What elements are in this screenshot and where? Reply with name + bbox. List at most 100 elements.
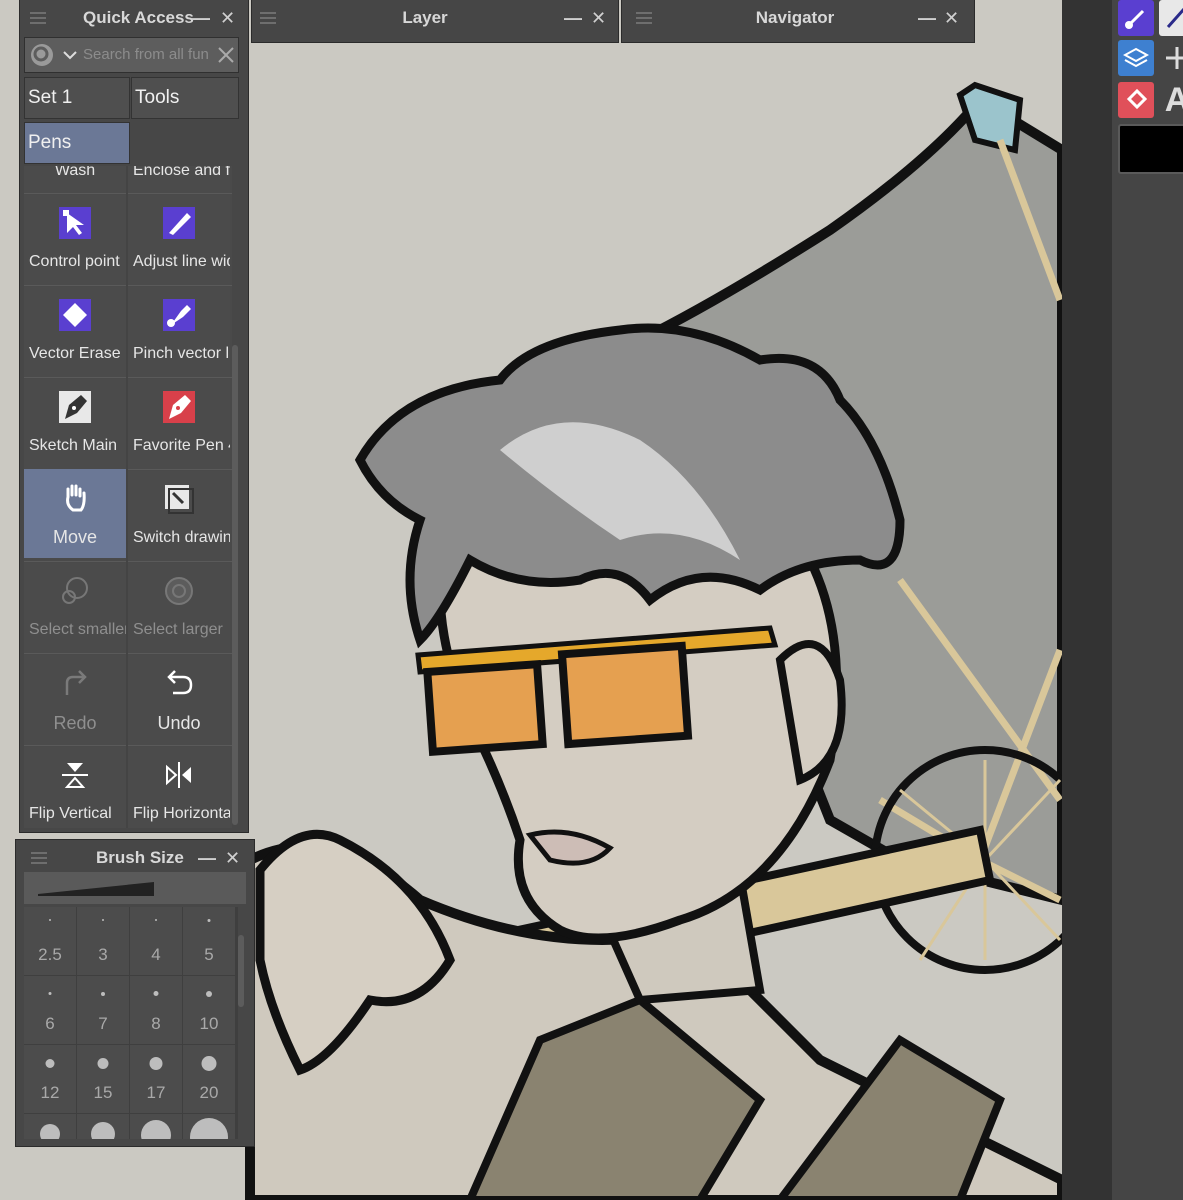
search-icon: [31, 44, 53, 66]
tool-label: Vector Erase: [29, 345, 121, 362]
brush-size-cell[interactable]: 7: [77, 976, 129, 1044]
favorite-pen-icon: [163, 391, 195, 423]
tool-select-smaller[interactable]: Select smaller: [24, 563, 126, 653]
brush-size-cell[interactable]: 8: [130, 976, 182, 1044]
brush-size-grid: 2.5 3 4 5 6 7 8 10 12 15 17 20: [24, 907, 238, 1139]
clear-icon[interactable]: [217, 46, 235, 64]
tool-select-larger[interactable]: Select larger: [128, 563, 230, 653]
tool-label: Favorite Pen 4: [133, 437, 230, 454]
hand-icon: [59, 481, 91, 513]
tab-pens[interactable]: Pens: [24, 122, 130, 164]
undo-icon: [163, 667, 195, 699]
tool-grid-scrollbar[interactable]: [232, 345, 238, 825]
tool-label: Switch drawing: [133, 529, 230, 546]
tool-undo[interactable]: Undo: [128, 655, 230, 745]
panel-menu-icon[interactable]: [636, 12, 652, 24]
navigator-panel: Navigator — ✕: [622, 0, 974, 42]
layer-icon[interactable]: [1118, 40, 1154, 76]
brush-size-scrollbar[interactable]: [238, 935, 244, 1007]
brush-size-cell[interactable]: 4: [130, 907, 182, 975]
tool-label: Control point: [29, 253, 120, 270]
tool-label: Sketch Main: [29, 437, 118, 454]
brush-size-slider[interactable]: [24, 872, 246, 904]
brush-size-cell[interactable]: 20: [183, 1045, 235, 1113]
tool-wash[interactable]: Wash: [24, 166, 126, 194]
tool-redo[interactable]: Redo: [24, 655, 126, 745]
tool-enclose-and-fill[interactable]: Enclose and fill: [128, 166, 230, 194]
tab-tools[interactable]: Tools: [131, 77, 239, 119]
brush-size-cell[interactable]: 5: [183, 907, 235, 975]
panel-menu-icon[interactable]: [31, 852, 47, 864]
brush-size-cell[interactable]: 12: [24, 1045, 76, 1113]
tool-palette-icon[interactable]: [1118, 0, 1154, 36]
navigator-panel-title: Navigator: [755, 8, 835, 27]
tool-move[interactable]: Move: [24, 469, 126, 558]
tool-control-point[interactable]: Control point: [24, 195, 126, 285]
tool-label: Adjust line width: [133, 253, 230, 270]
tool-label: Select larger: [133, 621, 223, 638]
tool-label: Flip Horizontal: [133, 805, 230, 822]
brush-size-cell[interactable]: [24, 1114, 76, 1139]
tool-sketch-main[interactable]: Sketch Main: [24, 379, 126, 469]
fill-icon[interactable]: [1118, 82, 1154, 118]
tool-favorite-pen-4[interactable]: Favorite Pen 4: [128, 379, 230, 469]
tool-label: Flip Vertical: [29, 805, 112, 822]
minimize-icon[interactable]: —: [198, 848, 216, 869]
flip-horizontal-icon: [163, 759, 195, 791]
brush-size-title: Brush Size: [96, 848, 184, 867]
tool-label: Select smaller: [29, 621, 126, 638]
brush-size-cell[interactable]: 2.5: [24, 907, 76, 975]
search-placeholder: Search from all functions: [83, 46, 208, 63]
brush-size-cell[interactable]: 3: [77, 907, 129, 975]
tool-label: Pinch vector line: [133, 345, 230, 362]
tool-grid: Wash Enclose and fill Control point Adju…: [24, 166, 232, 828]
sub-tool-icon[interactable]: [1159, 0, 1183, 36]
sketch-pen-icon: [59, 391, 91, 423]
minimize-icon[interactable]: —: [192, 8, 210, 29]
tool-switch-drawing[interactable]: Switch drawing: [128, 471, 230, 561]
close-icon[interactable]: ✕: [225, 848, 240, 869]
search-field[interactable]: Search from all functions: [24, 37, 239, 73]
flip-vertical-icon: [59, 759, 91, 791]
select-smaller-icon: [59, 575, 91, 607]
panel-menu-icon[interactable]: [30, 12, 46, 24]
tool-flip-vertical[interactable]: Flip Vertical: [24, 747, 126, 828]
text-tool-icon[interactable]: A: [1159, 81, 1183, 119]
vector-erase-icon: [59, 299, 91, 331]
redo-icon: [59, 667, 91, 699]
brush-size-cell[interactable]: 10: [183, 976, 235, 1044]
quick-access-title: Quick Access: [83, 8, 194, 27]
brush-size-cell[interactable]: [130, 1114, 182, 1139]
move-cross-icon[interactable]: [1159, 40, 1183, 76]
tab-set-1[interactable]: Set 1: [24, 77, 130, 119]
switch-drawing-icon: [163, 483, 195, 515]
right-dock: A: [1062, 0, 1183, 1200]
brush-size-cell[interactable]: 6: [24, 976, 76, 1044]
brush-size-cell[interactable]: 17: [130, 1045, 182, 1113]
minimize-icon[interactable]: —: [564, 8, 582, 29]
tool-label: Move: [52, 527, 97, 547]
tool-flip-horizontal[interactable]: Flip Horizontal: [128, 747, 230, 828]
brush-size-cell[interactable]: [183, 1114, 235, 1139]
chevron-down-icon[interactable]: [63, 50, 77, 60]
tool-label: Undo: [157, 713, 201, 733]
close-icon[interactable]: ✕: [944, 8, 959, 29]
tool-vector-erase[interactable]: Vector Erase: [24, 287, 126, 377]
close-icon[interactable]: ✕: [220, 8, 235, 29]
tool-adjust-line-width[interactable]: Adjust line width: [128, 195, 230, 285]
brush-size-cell[interactable]: [77, 1114, 129, 1139]
brush-size-taper-icon: [38, 882, 154, 896]
brush-size-cell[interactable]: 15: [77, 1045, 129, 1113]
color-swatch[interactable]: [1118, 124, 1183, 174]
close-icon[interactable]: ✕: [591, 8, 606, 29]
minimize-icon[interactable]: —: [918, 8, 936, 29]
tool-label: Redo: [53, 713, 97, 733]
layer-panel-title: Layer: [402, 8, 448, 27]
adjust-line-width-icon: [163, 207, 195, 239]
panel-menu-icon[interactable]: [260, 12, 276, 24]
layer-panel: Layer — ✕: [252, 0, 618, 42]
pinch-vector-line-icon: [163, 299, 195, 331]
tool-pinch-vector-line[interactable]: Pinch vector line: [128, 287, 230, 377]
control-point-icon: [59, 207, 91, 239]
select-larger-icon: [163, 575, 195, 607]
